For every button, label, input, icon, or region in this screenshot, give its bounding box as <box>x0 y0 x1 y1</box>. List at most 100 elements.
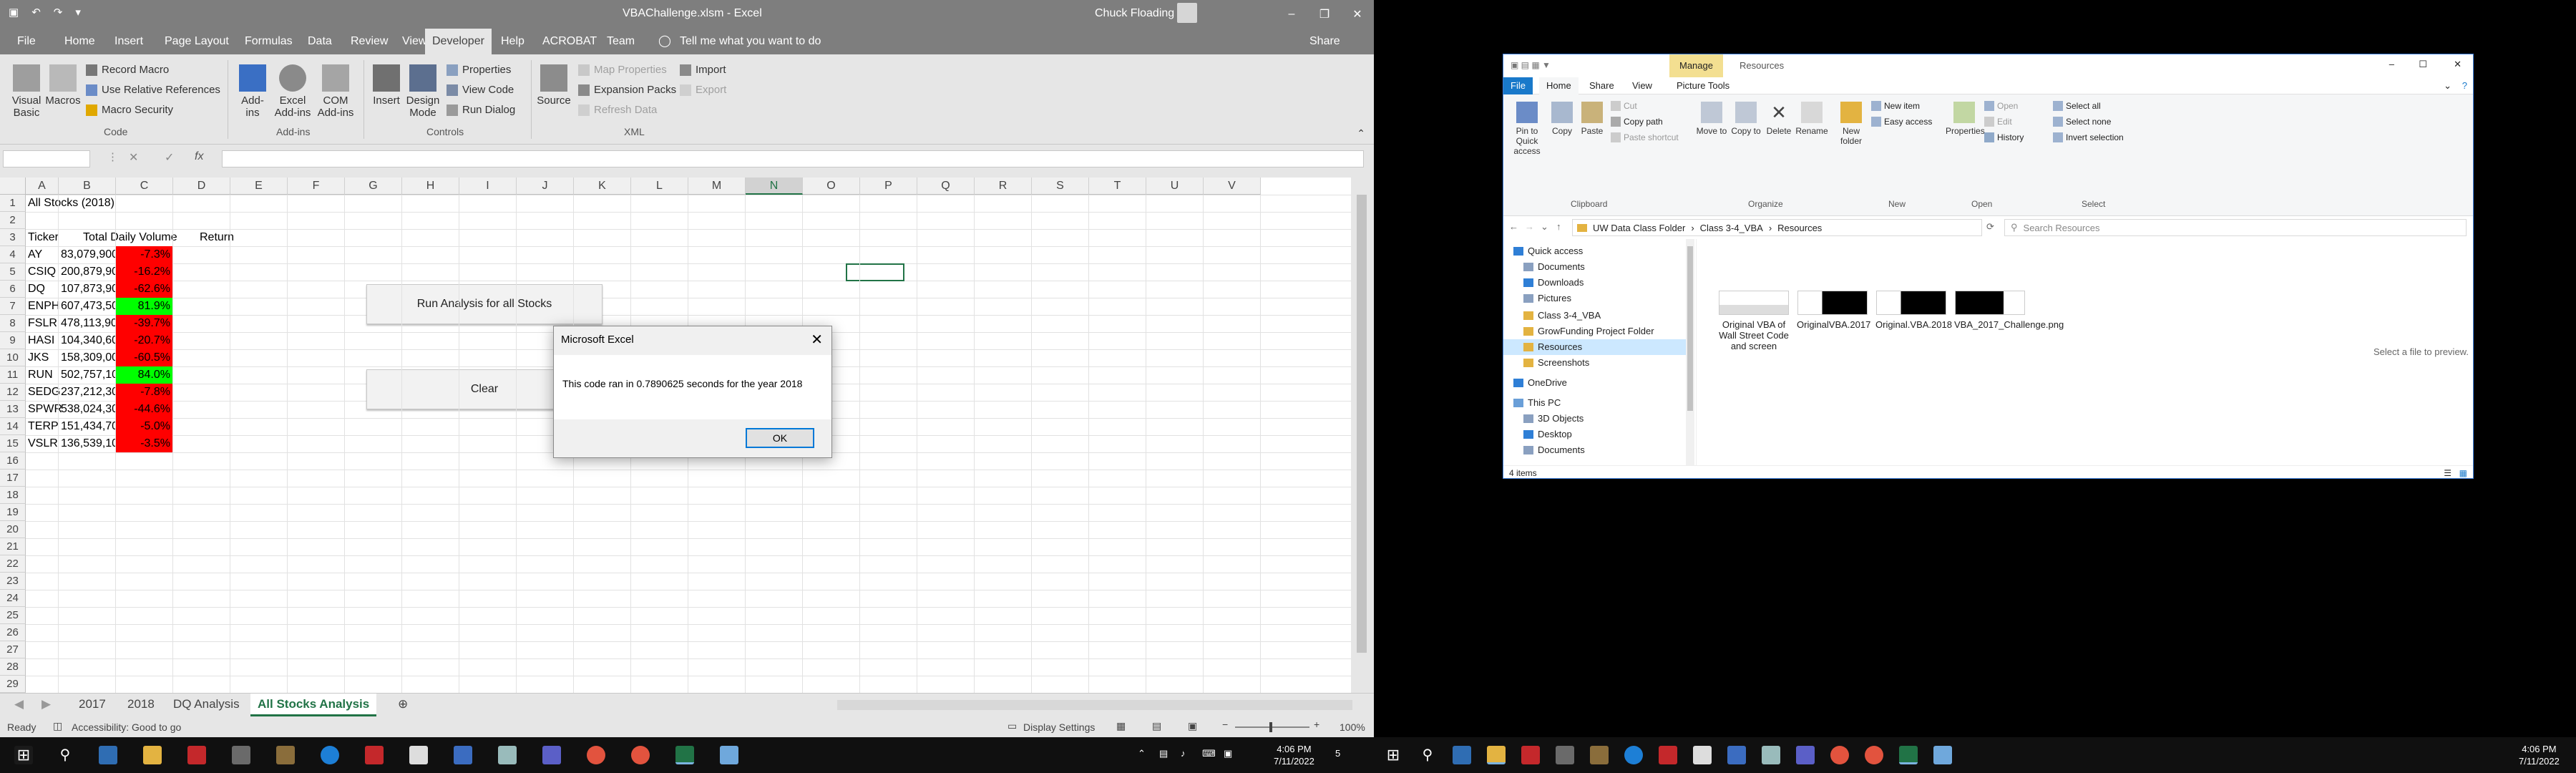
nav-item[interactable]: Resources <box>1503 339 1686 355</box>
explorer-tab-file[interactable]: File <box>1503 77 1533 94</box>
ticker-cell[interactable]: SEDG <box>26 384 60 401</box>
ticker-cell[interactable]: SPWR <box>26 401 62 418</box>
manage-context-tab[interactable]: Manage <box>1669 54 1723 77</box>
row-header-28[interactable]: 28 <box>0 658 26 676</box>
row-header-1[interactable]: 1 <box>0 195 26 212</box>
teams-icon[interactable] <box>1796 746 1815 764</box>
column-header-i[interactable]: I <box>459 178 517 195</box>
volume-header-cell[interactable]: Total Daily Volume <box>83 229 197 246</box>
breadcrumb-1[interactable]: UW Data Class Folder <box>1593 223 1685 233</box>
row-header-3[interactable]: 3 <box>0 229 26 246</box>
ticker-cell[interactable]: JKS <box>26 349 59 366</box>
collapse-ribbon-icon[interactable]: ⌃ <box>1357 127 1365 140</box>
row-header-7[interactable]: 7 <box>0 298 26 315</box>
row-header-13[interactable]: 13 <box>0 401 26 418</box>
return-cell[interactable]: -20.7% <box>116 332 172 349</box>
tab-acrobat[interactable]: ACROBAT <box>535 29 604 54</box>
copy-path-button[interactable]: Copy path <box>1611 115 1663 129</box>
run-dialog-button[interactable]: Run Dialog <box>447 102 515 119</box>
ticker-cell[interactable]: CSIQ <box>26 263 59 281</box>
new-folder-button[interactable]: New folder <box>1837 102 1865 146</box>
volume-cell[interactable]: 237,212,300 <box>59 384 125 401</box>
row-header-15[interactable]: 15 <box>0 435 26 452</box>
name-box[interactable] <box>3 150 90 167</box>
return-cell[interactable]: -3.5% <box>116 435 172 452</box>
zoom-in-icon[interactable]: + <box>1314 719 1319 730</box>
new-item-button[interactable]: New item <box>1871 99 1920 113</box>
nav-item[interactable]: Downloads <box>1503 275 1686 291</box>
ticker-cell[interactable]: VSLR <box>26 435 59 452</box>
row-header-29[interactable]: 29 <box>0 676 26 693</box>
explorer-tab-view[interactable]: View <box>1625 77 1659 94</box>
chrome-profile-icon[interactable] <box>631 746 650 764</box>
history-button[interactable]: History <box>1984 130 2024 145</box>
nav-item[interactable]: Desktop <box>1503 427 1686 442</box>
app-icon-acrobat[interactable] <box>365 746 384 764</box>
edge-icon[interactable] <box>321 746 339 764</box>
return-cell[interactable]: -39.7% <box>116 315 172 332</box>
return-cell[interactable]: -5.0% <box>116 418 172 435</box>
row-header-23[interactable]: 23 <box>0 573 26 590</box>
volume-cell[interactable]: 200,879,900 <box>59 263 125 281</box>
column-header-h[interactable]: H <box>402 178 459 195</box>
customize-qat-icon[interactable]: ▾ <box>75 6 81 19</box>
scroll-thumb[interactable] <box>1357 195 1367 653</box>
column-header-b[interactable]: B <box>59 178 116 195</box>
explorer-tab-home[interactable]: Home <box>1539 77 1579 94</box>
tab-team[interactable]: Team <box>600 29 642 54</box>
user-name[interactable]: Chuck Floading <box>1095 7 1174 20</box>
tab-data[interactable]: Data <box>301 29 339 54</box>
clock[interactable]: 4:06 PM 7/11/2022 <box>2519 743 2560 767</box>
invert-selection-button[interactable]: Invert selection <box>2053 130 2124 145</box>
tab-review[interactable]: Review <box>343 29 395 54</box>
explorer-tab-share[interactable]: Share <box>1582 77 1621 94</box>
rename-button[interactable]: Rename <box>1795 102 1828 136</box>
help-icon[interactable]: ? <box>2462 80 2467 91</box>
chrome-icon[interactable] <box>587 746 605 764</box>
display-settings[interactable]: Display Settings <box>1023 721 1095 733</box>
zoom-thumb[interactable] <box>1269 722 1272 732</box>
row-header-11[interactable]: 11 <box>0 366 26 384</box>
row-header-21[interactable]: 21 <box>0 538 26 555</box>
properties-button[interactable]: Properties <box>1946 102 1985 136</box>
zoom-level[interactable]: 100% <box>1340 721 1365 733</box>
expansion-packs-button[interactable]: Expansion Packs <box>578 82 676 99</box>
column-header-v[interactable]: V <box>1204 178 1261 195</box>
search-icon[interactable]: ⚲ <box>56 746 74 764</box>
row-header-24[interactable]: 24 <box>0 590 26 607</box>
row-header-18[interactable]: 18 <box>0 487 26 504</box>
app-icon-brown[interactable] <box>1590 746 1609 764</box>
move-to-button[interactable]: Move to <box>1695 102 1728 136</box>
row-header-17[interactable]: 17 <box>0 470 26 487</box>
macro-security-button[interactable]: Macro Security <box>86 102 173 119</box>
column-header-m[interactable]: M <box>688 178 746 195</box>
tab-formulas[interactable]: Formulas <box>238 29 300 54</box>
volume-icon[interactable]: ♪ <box>1181 747 1186 759</box>
tab-home[interactable]: Home <box>57 29 102 54</box>
volume-cell[interactable]: 136,539,100 <box>59 435 125 452</box>
breadcrumb-3[interactable]: Resources <box>1777 223 1822 233</box>
add-sheet-icon[interactable]: ⊕ <box>391 694 415 716</box>
file-explorer-icon[interactable] <box>1487 746 1506 764</box>
export-button[interactable]: Export <box>680 82 726 99</box>
cut-button[interactable]: Cut <box>1611 99 1637 113</box>
paste-shortcut-button[interactable]: Paste shortcut <box>1611 130 1679 145</box>
return-cell[interactable]: -44.6% <box>116 401 172 418</box>
row-header-27[interactable]: 27 <box>0 641 26 658</box>
nav-item[interactable]: Screenshots <box>1503 355 1686 371</box>
column-header-t[interactable]: T <box>1089 178 1146 195</box>
dialog-close-icon[interactable]: ✕ <box>811 331 823 349</box>
tray-excel-icon[interactable]: ▣ <box>1224 747 1232 759</box>
select-all-corner[interactable] <box>0 178 26 195</box>
tab-scroll-left-icon[interactable]: ◀ <box>7 694 31 716</box>
ticker-cell[interactable]: ENPH <box>26 298 59 315</box>
row-header-9[interactable]: 9 <box>0 332 26 349</box>
app-icon-mail[interactable] <box>1453 746 1471 764</box>
volume-cell[interactable]: 104,340,600 <box>59 332 125 349</box>
paste-button[interactable]: Paste <box>1578 102 1606 136</box>
edge-icon[interactable] <box>1624 746 1643 764</box>
app-icon-mail[interactable] <box>99 746 117 764</box>
forward-icon[interactable]: → <box>1525 221 1534 232</box>
refresh-data-button[interactable]: Refresh Data <box>578 102 657 119</box>
notifications-badge[interactable]: 5 <box>1335 747 1340 759</box>
